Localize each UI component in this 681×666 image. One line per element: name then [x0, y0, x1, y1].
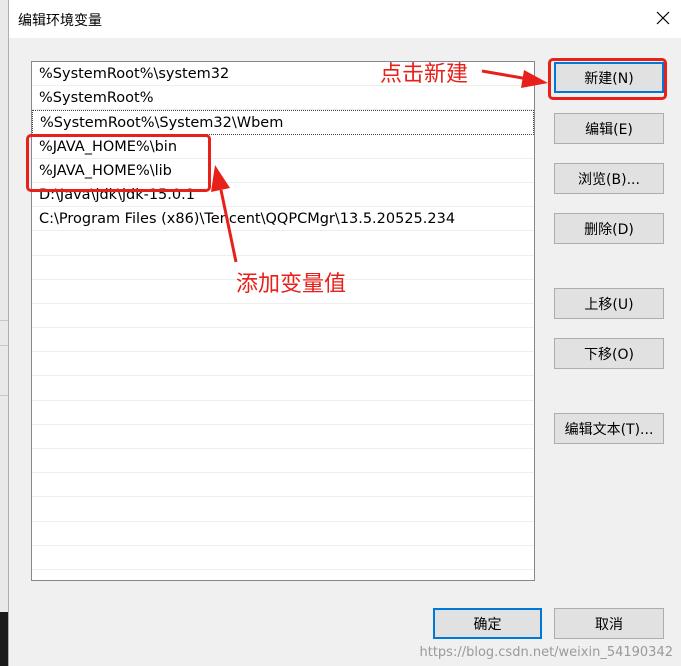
empty-row	[32, 522, 534, 546]
empty-row	[32, 497, 534, 522]
empty-row	[32, 328, 534, 353]
browse-button[interactable]: 浏览(B)...	[554, 163, 664, 194]
empty-row	[32, 304, 534, 329]
empty-row	[32, 425, 534, 449]
edit-text-button[interactable]: 编辑文本(T)...	[554, 413, 664, 444]
close-icon	[656, 11, 670, 25]
annotation-click-new: 点击新建	[380, 62, 469, 87]
java-entries-highlight	[26, 134, 211, 192]
empty-row	[32, 546, 534, 570]
list-item[interactable]: %SystemRoot%\System32\Wbem	[32, 110, 534, 135]
empty-row	[32, 376, 534, 401]
edit-button[interactable]: 编辑(E)	[554, 113, 664, 144]
close-button[interactable]	[648, 4, 678, 32]
empty-row	[32, 473, 534, 498]
empty-row	[32, 449, 534, 474]
background-divider	[0, 395, 8, 396]
move-down-button[interactable]: 下移(O)	[554, 338, 664, 369]
dialog-title: 编辑环境变量	[18, 13, 102, 29]
delete-button[interactable]: 删除(D)	[554, 213, 664, 244]
title-bar: 编辑环境变量	[9, 0, 681, 38]
watermark: https://blog.csdn.net/weixin_54190342	[419, 645, 673, 660]
ok-button[interactable]: 确定	[433, 608, 542, 639]
empty-row	[32, 231, 534, 256]
background-dark-strip	[0, 612, 8, 666]
new-button-highlight	[548, 58, 667, 100]
annotation-add-value: 添加变量值	[236, 272, 347, 297]
move-up-button[interactable]: 上移(U)	[554, 288, 664, 319]
list-item[interactable]: %SystemRoot%	[32, 86, 534, 111]
empty-row	[32, 352, 534, 377]
empty-row	[32, 401, 534, 425]
background-divider	[0, 320, 8, 321]
cancel-button[interactable]: 取消	[554, 608, 664, 639]
background-window-edge	[0, 0, 8, 666]
list-item[interactable]: C:\Program Files (x86)\Tencent\QQPCMgr\1…	[32, 207, 534, 232]
background-divider	[0, 345, 8, 346]
